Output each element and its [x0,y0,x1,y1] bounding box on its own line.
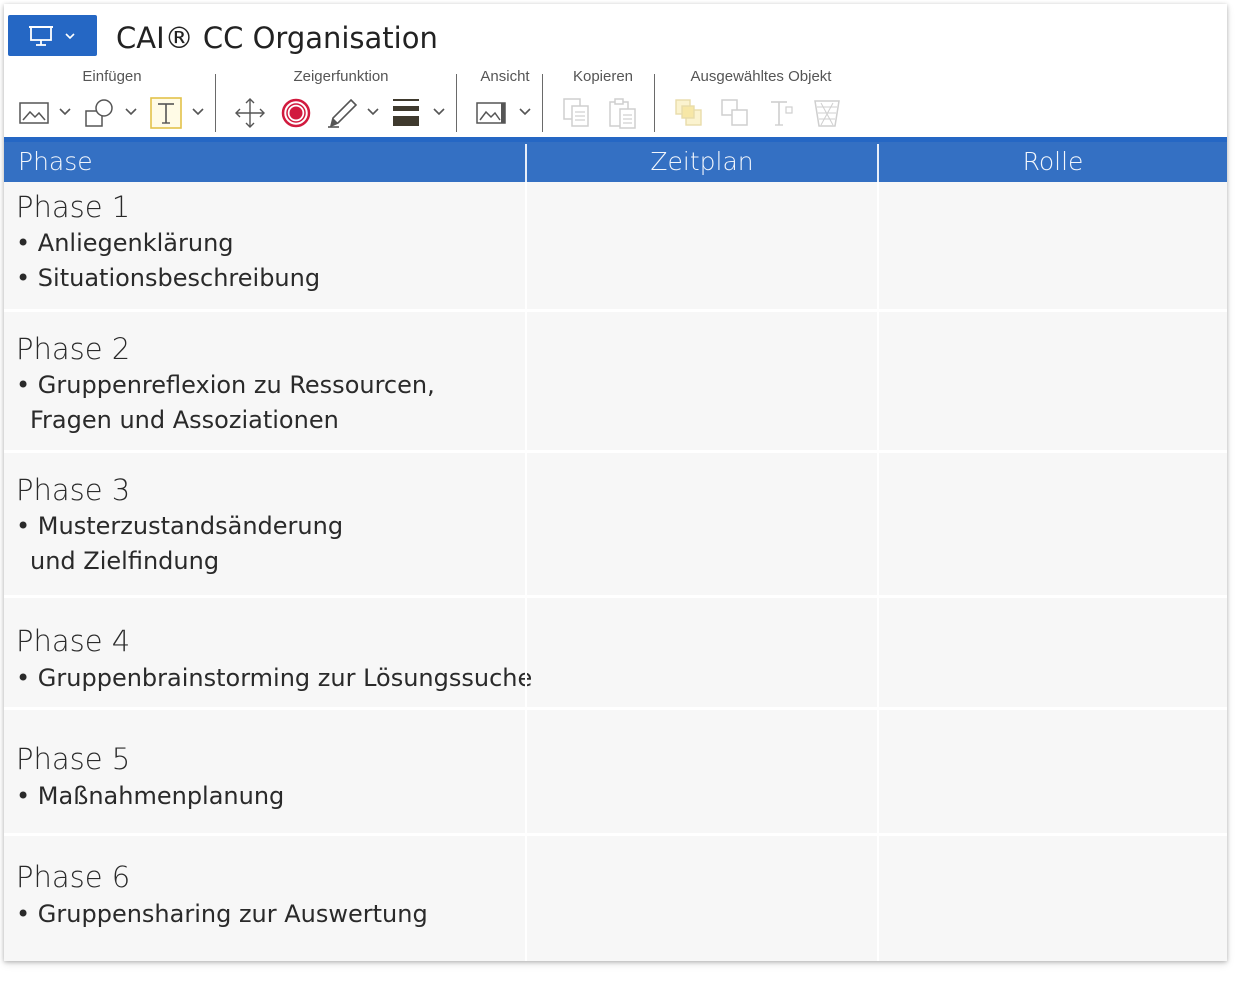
paste-button[interactable] [606,94,640,132]
phase-cell[interactable]: Phase 6 • Gruppensharing zur Auswertung [4,836,525,961]
chevron-down-icon[interactable] [366,104,380,118]
list-item: • Musterzustandsänderung [16,512,344,540]
phase-title: Phase 3 [16,473,131,507]
group-label-einfuegen: Einfügen [82,68,142,85]
bring-forward-icon [675,99,702,126]
group-label-kopieren: Kopieren [572,68,634,85]
insert-text-button[interactable] [148,94,184,132]
list-item-continuation: Fragen und Assoziationen [30,406,339,434]
text-icon [150,97,182,129]
table-row: Phase 6 • Gruppensharing zur Auswertung [4,836,1227,961]
delete-icon [814,100,840,127]
list-item-continuation: und Zielfindung [30,547,220,575]
group-label-ansicht: Ansicht [480,68,530,85]
presentation-screen-icon [28,25,53,46]
chevron-down-icon[interactable] [124,104,138,118]
ribbon-separator [542,74,543,132]
column-header-zeitplan[interactable]: Zeitplan [527,142,877,182]
rolle-cell[interactable] [879,182,1227,309]
table-row: Phase 3 • Musterzustandsänderung und Zie… [4,453,1227,598]
line-weight-icon [393,99,419,126]
rolle-cell[interactable] [879,836,1227,961]
phase-cell[interactable]: Phase 3 • Musterzustandsänderung und Zie… [4,453,525,595]
ribbon-toolbar: Einfügen Zeigerfunktion Ansicht Kopieren… [4,64,1227,136]
shapes-icon [85,99,113,127]
zeitplan-cell[interactable] [527,453,877,595]
rolle-cell[interactable] [879,312,1227,450]
view-button[interactable] [474,94,510,132]
list-item: • Maßnahmenplanung [16,782,285,810]
phase-cell[interactable]: Phase 2 • Gruppenreflexion zu Ressourcen… [4,312,525,450]
laser-pointer-icon [281,98,311,128]
zeitplan-cell[interactable] [527,312,877,450]
chevron-down-icon[interactable] [432,104,446,118]
column-header-rolle[interactable]: Rolle [879,142,1227,182]
list-item: • Gruppensharing zur Auswertung [16,900,428,928]
copy-button[interactable] [560,94,594,132]
paste-icon [609,98,636,129]
ribbon-separator [215,74,216,132]
copy-icon [563,98,589,127]
chevron-down-icon[interactable] [58,104,72,118]
phase-title: Phase 6 [16,860,131,894]
pen-icon [328,98,358,128]
rolle-cell[interactable] [879,598,1227,707]
delete-button[interactable] [810,94,844,132]
zeitplan-cell[interactable] [527,182,877,309]
table-row: Phase 1 • Anliegenklärung • Situationsbe… [4,182,1227,312]
phase-title: Phase 5 [16,742,131,776]
text-format-icon [771,101,793,126]
app-window: CAI® CC Organisation Einfügen Zeigerfunk… [4,4,1227,961]
phase-cell[interactable]: Phase 1 • Anliegenklärung • Situationsbe… [4,182,525,309]
group-icon [721,99,748,126]
laser-pointer-button[interactable] [278,94,314,132]
move-button[interactable] [232,94,268,132]
move-icon [235,98,265,128]
table-row: Phase 4 • Gruppenbrainstorming zur Lösun… [4,598,1227,710]
insert-image-button[interactable] [16,94,52,132]
phase-title: Phase 4 [16,624,131,658]
ribbon-separator [456,74,457,132]
chevron-down-icon [64,32,75,39]
table-header: Phase Zeitplan Rolle [4,142,1227,182]
group-button[interactable] [718,94,752,132]
app-title: CAI® CC Organisation [116,21,438,55]
list-item: • Gruppenbrainstorming zur Lösungssuche [16,664,533,692]
ribbon-separator [654,74,655,132]
table-row: Phase 5 • Maßnahmenplanung [4,710,1227,836]
zeitplan-cell[interactable] [527,598,877,707]
column-header-phase[interactable]: Phase [18,142,93,182]
zeitplan-cell[interactable] [527,836,877,961]
chevron-down-icon[interactable] [518,104,532,118]
app-menu-button[interactable] [8,15,97,56]
pen-button[interactable] [324,94,360,132]
line-weight-button[interactable] [390,94,422,132]
phase-title: Phase 1 [16,190,131,224]
chevron-down-icon[interactable] [191,104,205,118]
rolle-cell[interactable] [879,453,1227,595]
phase-title: Phase 2 [16,332,131,366]
list-item: • Situationsbeschreibung [16,264,321,292]
group-label-zeigerfunktion: Zeigerfunktion [293,68,389,85]
phase-cell[interactable]: Phase 5 • Maßnahmenplanung [4,710,525,833]
list-item: • Anliegenklärung [16,229,234,257]
insert-shape-button[interactable] [82,94,118,132]
group-label-ausgewaehltes-objekt: Ausgewähltes Objekt [690,68,832,85]
list-item: • Gruppenreflexion zu Ressourcen, [16,371,435,399]
bring-forward-button[interactable] [672,94,706,132]
zeitplan-cell[interactable] [527,710,877,833]
view-image-icon [476,102,506,124]
table-row: Phase 2 • Gruppenreflexion zu Ressourcen… [4,312,1227,453]
rolle-cell[interactable] [879,710,1227,833]
text-format-button[interactable] [764,94,798,132]
image-icon [19,102,49,124]
phase-cell[interactable]: Phase 4 • Gruppenbrainstorming zur Lösun… [4,598,532,707]
